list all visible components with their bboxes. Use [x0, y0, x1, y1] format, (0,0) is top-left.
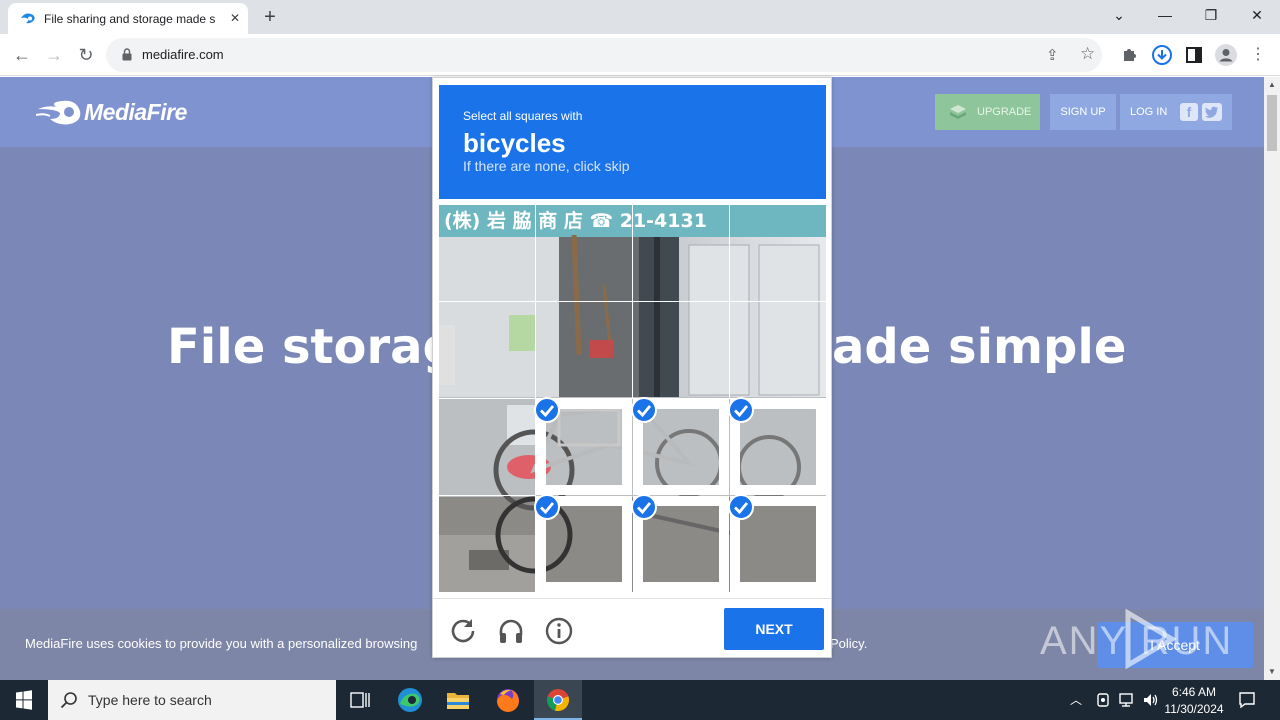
share-icon[interactable]: ⇪	[1046, 46, 1059, 64]
notifications-icon[interactable]	[1238, 691, 1256, 709]
hero-text-left: File storag	[167, 319, 457, 375]
selected-check-icon	[728, 494, 754, 520]
logo-text: MediaFire	[84, 99, 187, 125]
info-icon[interactable]	[545, 617, 573, 645]
scroll-down-arrow-icon[interactable]: ▼	[1264, 664, 1280, 680]
selected-check-icon	[534, 397, 560, 423]
recaptcha-challenge: Select all squares with bicycles If ther…	[432, 77, 832, 658]
captcha-tile-13[interactable]	[438, 495, 536, 593]
captcha-tile-3[interactable]	[632, 204, 730, 302]
play-logo-icon	[1125, 609, 1177, 669]
twitter-icon[interactable]	[1202, 103, 1222, 121]
scroll-up-arrow-icon[interactable]: ▲	[1264, 77, 1280, 93]
address-bar[interactable]: mediafire.com ⇪ ☆	[106, 38, 1102, 72]
file-explorer-icon[interactable]	[434, 680, 482, 720]
sign-up-button[interactable]: SIGN UP	[1050, 94, 1116, 130]
captcha-tile-5[interactable]	[438, 301, 536, 399]
upgrade-label: UPGRADE	[977, 106, 1032, 118]
firefox-icon[interactable]	[484, 680, 532, 720]
selected-check-icon	[631, 397, 657, 423]
close-window-button[interactable]: ✕	[1234, 0, 1280, 30]
captcha-hint: If there are none, click skip	[463, 158, 630, 174]
restore-button[interactable]: ❐	[1188, 0, 1234, 30]
selected-check-icon	[631, 494, 657, 520]
browser-toolbar: ← → ↻ mediafire.com ⇪ ☆ ⋮	[0, 34, 1280, 76]
browser-tab[interactable]: File sharing and storage made si ✕	[8, 3, 248, 34]
mediafire-flame-icon	[36, 100, 81, 125]
scroll-thumb[interactable]	[1267, 95, 1277, 151]
reload-icon[interactable]: ↻	[73, 42, 99, 68]
browser-menu-icon[interactable]: ⋮	[1245, 42, 1271, 68]
clock-time[interactable]: 6:46 AM	[1162, 684, 1226, 700]
upgrade-icon	[950, 105, 966, 119]
task-view-icon[interactable]	[336, 680, 384, 720]
log-in-button[interactable]: LOG IN f	[1120, 94, 1232, 130]
windows-taskbar: Type here to search ︿ 6:46 AM 11/30/2024	[0, 680, 1280, 720]
lock-icon[interactable]	[122, 48, 132, 61]
captcha-tile-4[interactable]	[729, 204, 827, 302]
captcha-tile-8[interactable]	[729, 301, 827, 399]
url-text: mediafire.com	[142, 47, 224, 62]
side-panel-icon[interactable]	[1186, 47, 1202, 63]
network-icon[interactable]	[1118, 692, 1136, 708]
tab-title: File sharing and storage made si	[44, 12, 216, 26]
log-in-label: LOG IN	[1130, 106, 1168, 118]
search-placeholder: Type here to search	[88, 692, 212, 708]
anyrun-watermark: ANY RUN	[1040, 605, 1240, 675]
taskbar-search-box[interactable]: Type here to search	[48, 680, 336, 720]
selected-check-icon	[728, 397, 754, 423]
tab-close-icon[interactable]: ✕	[226, 9, 244, 27]
extensions-icon[interactable]	[1121, 46, 1139, 64]
windows-start-icon[interactable]	[0, 680, 48, 720]
search-icon	[60, 692, 77, 709]
chrome-icon	[546, 689, 570, 712]
upgrade-button[interactable]: UPGRADE	[935, 94, 1040, 130]
profile-avatar-icon[interactable]	[1215, 44, 1237, 66]
captcha-tile-6[interactable]	[535, 301, 633, 399]
edge-browser-icon[interactable]	[386, 680, 434, 720]
system-tray-app-icon[interactable]	[1096, 692, 1110, 708]
mediafire-logo[interactable]: MediaFire	[36, 96, 216, 128]
page-scrollbar[interactable]: ▲ ▼	[1264, 77, 1280, 680]
captcha-tile-7[interactable]	[632, 301, 730, 399]
minimize-button[interactable]: —	[1142, 0, 1188, 30]
mediafire-favicon-icon	[21, 13, 35, 24]
audio-challenge-icon[interactable]	[497, 617, 525, 645]
download-icon[interactable]	[1152, 45, 1172, 65]
bookmark-star-icon[interactable]: ☆	[1080, 44, 1095, 64]
back-icon[interactable]: ←	[9, 42, 35, 68]
captcha-target-word: bicycles	[463, 128, 566, 158]
facebook-icon[interactable]: f	[1180, 103, 1198, 121]
captcha-tile-2[interactable]	[535, 204, 633, 302]
selected-check-icon	[534, 494, 560, 520]
new-tab-button[interactable]: +	[258, 6, 282, 28]
captcha-tile-9[interactable]	[438, 398, 536, 496]
reload-challenge-icon[interactable]	[449, 617, 477, 645]
captcha-footer: NEXT	[433, 598, 831, 658]
clock-date[interactable]: 11/30/2024	[1162, 701, 1226, 717]
show-hidden-icons-icon[interactable]: ︿	[1070, 691, 1082, 708]
chrome-taskbar-button[interactable]	[534, 680, 582, 720]
tab-search-icon[interactable]: ⌄	[1096, 0, 1142, 30]
captcha-next-button[interactable]: NEXT	[724, 608, 824, 650]
browser-tab-strip: File sharing and storage made si ✕ + ⌄ —…	[0, 0, 1280, 34]
captcha-instruction-text: Select all squares with	[463, 109, 583, 123]
captcha-image-grid: (株) 岩 脇 商 店 ☎ 21-4131	[438, 204, 827, 593]
forward-icon[interactable]: →	[41, 42, 67, 68]
cookie-policy-link[interactable]: Policy.	[830, 636, 867, 652]
volume-icon[interactable]	[1142, 691, 1160, 709]
captcha-instructions: Select all squares with bicycles If ther…	[439, 85, 826, 199]
hero-text-right: ade simple	[832, 319, 1127, 375]
captcha-tile-1[interactable]	[438, 204, 536, 302]
